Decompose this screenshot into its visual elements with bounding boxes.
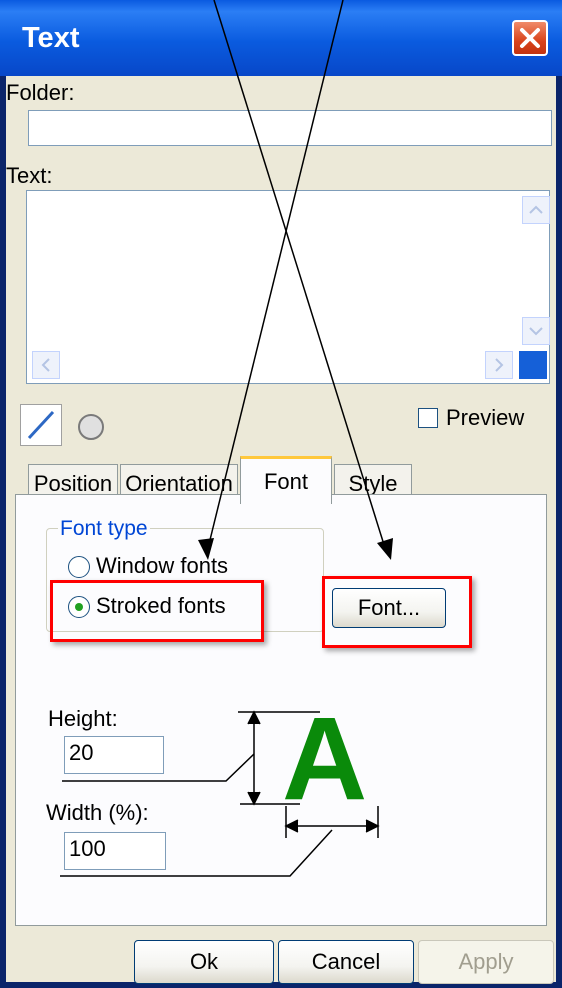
tab-font[interactable]: Font xyxy=(240,456,332,504)
cancel-button[interactable]: Cancel xyxy=(278,940,414,984)
text-dialog: Text Folder: Text: Preview Position Orie… xyxy=(0,0,562,988)
apply-button[interactable]: Apply xyxy=(418,940,554,984)
ok-button[interactable]: Ok xyxy=(134,940,274,984)
